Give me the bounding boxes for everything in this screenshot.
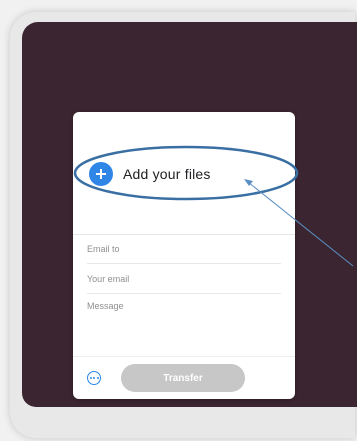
email-to-field[interactable]: Email to [87, 234, 281, 264]
plus-icon[interactable] [89, 162, 113, 186]
upload-card: Add your files Email to Your email Messa… [73, 112, 295, 399]
device-frame: Add your files Email to Your email Messa… [0, 0, 357, 441]
message-field[interactable]: Message [87, 294, 281, 350]
transfer-button[interactable]: Transfer [121, 364, 245, 392]
your-email-field[interactable]: Your email [87, 264, 281, 294]
card-footer: Transfer [73, 356, 295, 399]
add-files-button[interactable]: Add your files [89, 160, 211, 188]
more-options-icon[interactable] [87, 371, 101, 385]
add-files-label[interactable]: Add your files [123, 166, 211, 182]
